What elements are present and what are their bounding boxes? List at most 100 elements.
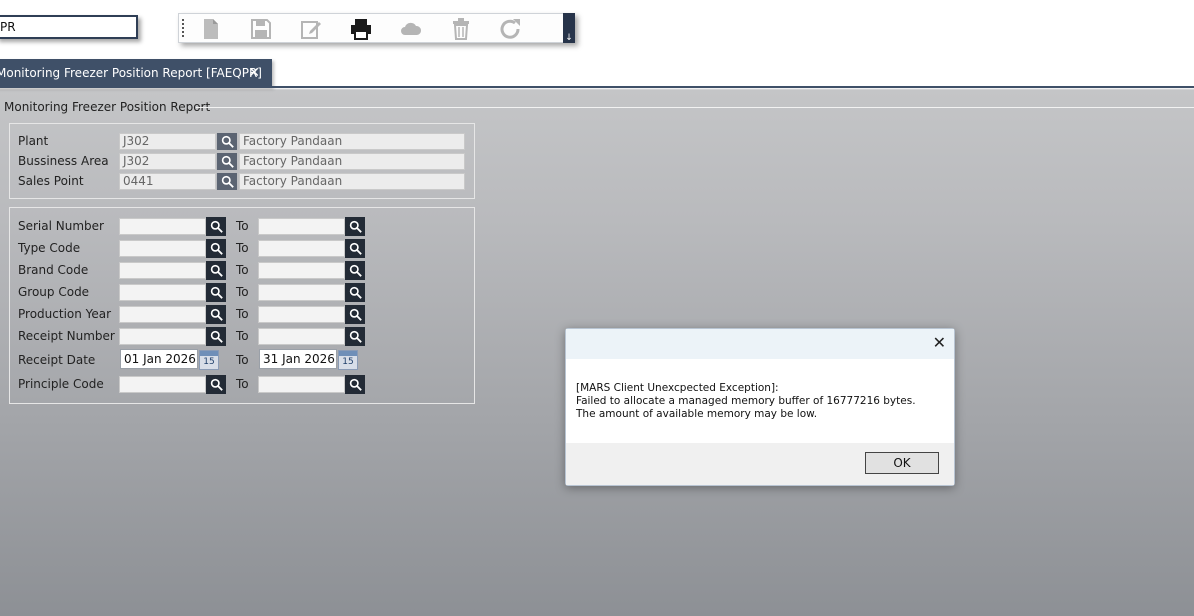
type-code-to-label: To [236, 241, 249, 255]
toolbar-overflow-button[interactable]: ↓ [563, 13, 575, 43]
brand-code-to-search-button[interactable] [345, 261, 365, 280]
production-year-from-search-button[interactable] [206, 305, 226, 324]
search-icon [349, 378, 362, 391]
brand-code-to-field[interactable] [258, 262, 345, 279]
principle-code-to-search-button[interactable] [345, 375, 365, 394]
title-divider [196, 107, 1194, 108]
principle-code-to-label: To [236, 377, 249, 391]
redo-icon [500, 18, 520, 39]
principle-code-from-field[interactable] [119, 376, 206, 393]
dialog-close-icon[interactable]: ✕ [933, 333, 946, 352]
receipt-number-label: Receipt Number [18, 329, 115, 343]
search-icon [349, 308, 362, 321]
new-button[interactable] [195, 15, 227, 42]
group-code-to-field[interactable] [258, 284, 345, 301]
group-code-from-field[interactable] [119, 284, 206, 301]
principle-code-label: Principle Code [18, 377, 104, 391]
tab-freezer-report[interactable]: Monitoring Freezer Position Report [FAEQ… [0, 59, 272, 87]
production-year-to-field[interactable] [258, 306, 345, 323]
receipt-date-from-field[interactable]: 01 Jan 2026 [120, 349, 198, 369]
production-year-to-search-button[interactable] [345, 305, 365, 324]
serial-number-to-search-button[interactable] [345, 217, 365, 236]
cloud-button[interactable] [395, 15, 427, 42]
business-area-name-field: Factory Pandaan [239, 153, 465, 170]
search-icon [210, 220, 223, 233]
receipt-date-from-calendar-button[interactable]: 15 [199, 350, 219, 370]
principle-code-from-search-button[interactable] [206, 375, 226, 394]
search-icon [349, 330, 362, 343]
dialog-titlebar[interactable] [566, 329, 954, 359]
save-icon [251, 18, 271, 39]
search-icon [210, 242, 223, 255]
print-icon [351, 18, 371, 40]
serial-number-to-label: To [236, 219, 249, 233]
receipt-date-to-field[interactable]: 31 Jan 2026 [259, 349, 337, 369]
group-code-from-search-button[interactable] [206, 283, 226, 302]
dialog-message-line1: [MARS Client Unexcpected Exception]: [576, 382, 779, 394]
search-icon [221, 135, 234, 148]
dialog-message-line2: Failed to allocate a managed memory buff… [576, 395, 916, 420]
redo-button[interactable] [495, 15, 527, 42]
search-icon [349, 264, 362, 277]
range-filters-group [9, 207, 475, 404]
plant-code-field[interactable]: J302 [119, 133, 216, 150]
principle-code-to-field[interactable] [258, 376, 345, 393]
receipt-number-to-field[interactable] [258, 328, 345, 345]
production-year-to-label: To [236, 307, 249, 321]
sales-point-search-button[interactable] [217, 173, 237, 190]
brand-code-from-search-button[interactable] [206, 261, 226, 280]
production-year-label: Production Year [18, 307, 112, 321]
delete-icon [453, 17, 469, 40]
type-code-to-search-button[interactable] [345, 239, 365, 258]
plant-name-field: Factory Pandaan [239, 133, 465, 150]
receipt-number-from-search-button[interactable] [206, 327, 226, 346]
serial-number-from-field[interactable] [119, 218, 206, 235]
business-area-code-field[interactable]: J302 [119, 153, 216, 170]
close-icon[interactable]: ✕ [248, 59, 260, 87]
ok-button[interactable]: OK [865, 452, 939, 474]
plant-search-button[interactable] [217, 133, 237, 150]
tab-divider [0, 86, 1194, 88]
serial-number-label: Serial Number [18, 219, 104, 233]
receipt-number-from-field[interactable] [119, 328, 206, 345]
search-icon [221, 175, 234, 188]
print-button[interactable] [345, 15, 377, 42]
calendar-day: 15 [342, 357, 354, 367]
type-code-from-search-button[interactable] [206, 239, 226, 258]
search-icon [210, 264, 223, 277]
receipt-number-to-search-button[interactable] [345, 327, 365, 346]
production-year-from-field[interactable] [119, 306, 206, 323]
toolbar-grip[interactable] [182, 19, 184, 39]
serial-number-to-field[interactable] [258, 218, 345, 235]
group-code-to-search-button[interactable] [345, 283, 365, 302]
search-icon [349, 220, 362, 233]
brand-code-label: Brand Code [18, 263, 89, 277]
receipt-date-to-calendar-button[interactable]: 15 [338, 350, 358, 370]
sales-point-code-field[interactable]: 0441 [119, 173, 216, 190]
receipt-date-label: Receipt Date [18, 353, 96, 367]
type-code-label: Type Code [18, 241, 81, 255]
form-title: Monitoring Freezer Position Report [4, 100, 211, 114]
new-icon [204, 18, 218, 39]
search-icon [349, 242, 362, 255]
dialog-footer: OK [566, 443, 954, 485]
dialog-message: [MARS Client Unexcpected Exception]: Fai… [576, 382, 936, 421]
delete-button[interactable] [445, 15, 477, 42]
tab-label: Monitoring Freezer Position Report [FAEQ… [0, 66, 262, 80]
calendar-day: 15 [203, 357, 215, 367]
group-code-label: Group Code [18, 285, 90, 299]
command-input[interactable]: PR [0, 15, 138, 39]
type-code-from-field[interactable] [119, 240, 206, 257]
edit-icon [301, 20, 321, 39]
type-code-to-field[interactable] [258, 240, 345, 257]
sales-point-label: Sales Point [18, 174, 84, 188]
edit-button[interactable] [295, 15, 327, 42]
serial-number-from-search-button[interactable] [206, 217, 226, 236]
receipt-date-to-label: To [236, 353, 249, 367]
business-area-label: Bussiness Area [18, 154, 109, 168]
business-area-search-button[interactable] [217, 153, 237, 170]
main-toolbar: ↓ [178, 13, 575, 43]
save-button[interactable] [245, 15, 277, 42]
brand-code-to-label: To [236, 263, 249, 277]
brand-code-from-field[interactable] [119, 262, 206, 279]
